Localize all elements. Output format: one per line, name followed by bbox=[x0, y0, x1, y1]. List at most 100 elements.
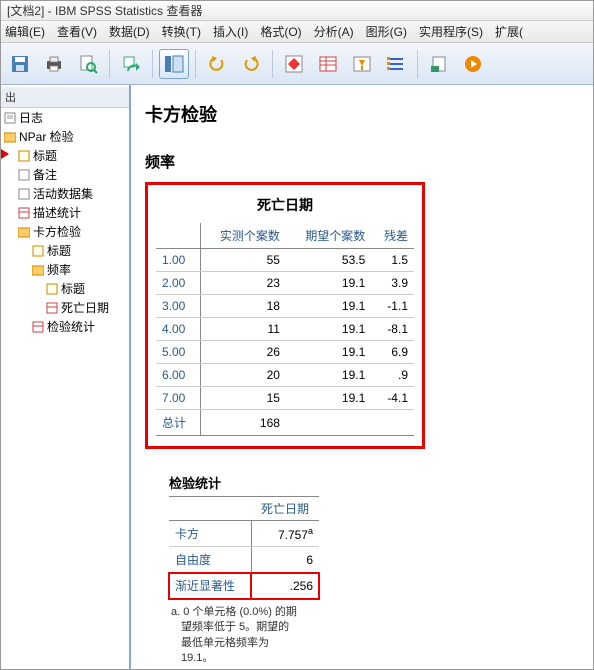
undo-button[interactable] bbox=[202, 49, 232, 79]
table-icon bbox=[45, 302, 59, 314]
menu-analyze[interactable]: 分析(A) bbox=[314, 23, 354, 40]
total-n: 168 bbox=[200, 410, 286, 436]
menu-insert[interactable]: 插入(I) bbox=[213, 23, 248, 40]
menu-data[interactable]: 数据(D) bbox=[109, 23, 150, 40]
preview-button[interactable] bbox=[73, 49, 103, 79]
dataset-icon bbox=[17, 188, 31, 200]
tree-teststat[interactable]: 检验统计 bbox=[31, 317, 129, 336]
freq-table-title: 死亡日期 bbox=[156, 191, 414, 223]
folder-icon bbox=[3, 131, 17, 143]
cell-observed: 23 bbox=[200, 272, 286, 295]
table-row: 6.002019.1.9 bbox=[156, 364, 414, 387]
frequency-table[interactable]: 实测个案数 期望个案数 残差 1.005553.51.52.002319.13.… bbox=[156, 223, 414, 436]
col-residual: 残差 bbox=[371, 223, 414, 249]
cell-residual: -8.1 bbox=[371, 318, 414, 341]
toolbar-separator bbox=[152, 50, 153, 78]
heading-freq: 频率 bbox=[145, 151, 579, 172]
cell-expected: 53.5 bbox=[286, 249, 371, 272]
cell-observed: 55 bbox=[200, 249, 286, 272]
menu-graphs[interactable]: 图形(G) bbox=[366, 23, 407, 40]
cell-expected: 19.1 bbox=[286, 387, 371, 410]
tree-label: 备注 bbox=[33, 166, 57, 183]
output-viewer[interactable]: 卡方检验 频率 死亡日期 实测个案数 期望个案数 残差 1.005553.51.… bbox=[131, 85, 593, 669]
outline-sidebar[interactable]: 出 日志 NPar 检验 标题 备注 bbox=[1, 85, 131, 669]
tree-log[interactable]: 日志 bbox=[3, 108, 129, 127]
tree-desc[interactable]: 描述统计 bbox=[17, 203, 129, 222]
variables-button[interactable] bbox=[313, 49, 343, 79]
sig-value: .256 bbox=[251, 573, 319, 599]
menu-edit[interactable]: 编辑(E) bbox=[5, 23, 45, 40]
tree-label: 标题 bbox=[47, 242, 71, 259]
cell-expected: 19.1 bbox=[286, 272, 371, 295]
cell-observed: 15 bbox=[200, 387, 286, 410]
tree-label: 死亡日期 bbox=[61, 299, 109, 316]
cell-expected: 19.1 bbox=[286, 364, 371, 387]
tree-label: 检验统计 bbox=[47, 318, 95, 335]
value-labels-button[interactable] bbox=[381, 49, 411, 79]
tree-notes[interactable]: 备注 bbox=[17, 165, 129, 184]
table-row: 2.002319.13.9 bbox=[156, 272, 414, 295]
cell-observed: 11 bbox=[200, 318, 286, 341]
outline-tree[interactable]: 日志 NPar 检验 标题 备注 活动数据集 bbox=[1, 108, 129, 336]
df-label: 自由度 bbox=[169, 547, 251, 573]
table-row: 1.005553.51.5 bbox=[156, 249, 414, 272]
menu-extensions[interactable]: 扩展( bbox=[495, 23, 523, 40]
chi-value: 7.757a bbox=[251, 521, 319, 547]
tree-label: 标题 bbox=[61, 280, 85, 297]
tree-title2[interactable]: 标题 bbox=[31, 241, 129, 260]
toolbar-separator bbox=[417, 50, 418, 78]
insert-text-button[interactable] bbox=[424, 49, 454, 79]
cell-observed: 20 bbox=[200, 364, 286, 387]
menu-format[interactable]: 格式(O) bbox=[260, 23, 301, 40]
row-label: 1.00 bbox=[156, 249, 200, 272]
tree-chisq[interactable]: 卡方检验 bbox=[17, 222, 129, 241]
redo-button[interactable] bbox=[236, 49, 266, 79]
cell-expected: 19.1 bbox=[286, 318, 371, 341]
stats-title: 检验统计 bbox=[169, 473, 319, 492]
cell-residual: 6.9 bbox=[371, 341, 414, 364]
cell-residual: 1.5 bbox=[371, 249, 414, 272]
tree-activeds[interactable]: 活动数据集 bbox=[17, 184, 129, 203]
tree-freq[interactable]: 频率 bbox=[31, 260, 129, 279]
tree-deathdate[interactable]: 死亡日期 bbox=[45, 298, 129, 317]
frequency-table-highlight: 死亡日期 实测个案数 期望个案数 残差 1.005553.51.52.00231… bbox=[145, 182, 425, 449]
toggle-outline-button[interactable] bbox=[159, 49, 189, 79]
table-icon bbox=[17, 207, 31, 219]
toolbar-separator bbox=[272, 50, 273, 78]
select-cases-button[interactable] bbox=[347, 49, 377, 79]
row-label: 6.00 bbox=[156, 364, 200, 387]
row-df: 自由度 6 bbox=[169, 547, 319, 573]
table-row: 5.002619.16.9 bbox=[156, 341, 414, 364]
toolbar bbox=[1, 43, 593, 85]
stats-col: 死亡日期 bbox=[251, 497, 319, 521]
df-value: 6 bbox=[251, 547, 319, 573]
row-label: 7.00 bbox=[156, 387, 200, 410]
stats-footnote: a. 0 个单元格 (0.0%) 的期望频率低于 5。期望的最低单元格频率为 1… bbox=[169, 605, 299, 667]
cell-residual: -1.1 bbox=[371, 295, 414, 318]
menu-view[interactable]: 查看(V) bbox=[57, 23, 97, 40]
table-row: 3.001819.1-1.1 bbox=[156, 295, 414, 318]
folder-icon bbox=[17, 226, 31, 238]
cell-expected: 19.1 bbox=[286, 295, 371, 318]
row-label: 3.00 bbox=[156, 295, 200, 318]
test-statistics-table[interactable]: 死亡日期 卡方 7.757a 自由度 6 渐近显著性 .256 bbox=[169, 496, 319, 599]
menu-utilities[interactable]: 实用程序(S) bbox=[419, 23, 483, 40]
tree-title3[interactable]: 标题 bbox=[45, 279, 129, 298]
title-icon bbox=[45, 283, 59, 295]
menu-transform[interactable]: 转换(T) bbox=[162, 23, 201, 40]
tree-npar[interactable]: NPar 检验 bbox=[3, 127, 129, 146]
export-button[interactable] bbox=[116, 49, 146, 79]
total-label: 总计 bbox=[156, 410, 200, 436]
tree-label: 标题 bbox=[33, 147, 57, 164]
heading-chisq: 卡方检验 bbox=[145, 101, 579, 127]
cell-residual: -4.1 bbox=[371, 387, 414, 410]
goto-data-button[interactable] bbox=[279, 49, 309, 79]
tree-label: 描述统计 bbox=[33, 204, 81, 221]
run-button[interactable] bbox=[458, 49, 488, 79]
sig-label: 渐近显著性 bbox=[169, 573, 251, 599]
print-button[interactable] bbox=[39, 49, 69, 79]
row-label: 5.00 bbox=[156, 341, 200, 364]
save-button[interactable] bbox=[5, 49, 35, 79]
tree-title[interactable]: 标题 bbox=[17, 146, 129, 165]
title-icon bbox=[31, 245, 45, 257]
